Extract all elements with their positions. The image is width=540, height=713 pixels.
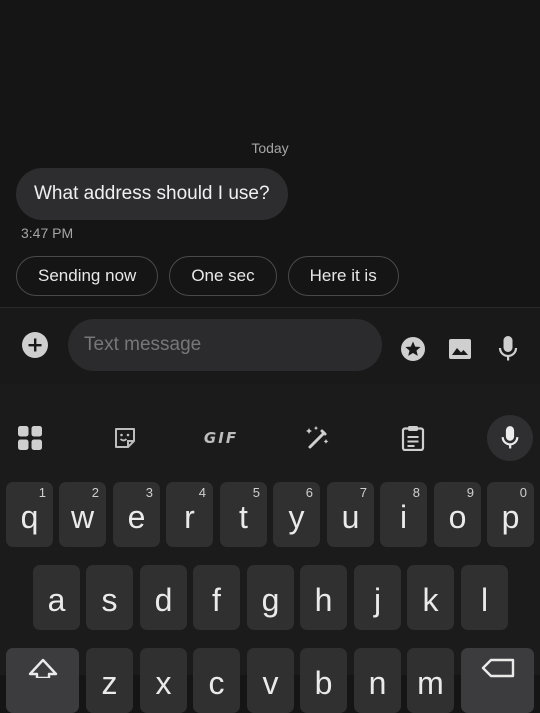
- key-m[interactable]: m: [407, 648, 454, 713]
- voice-input-button[interactable]: [487, 415, 533, 461]
- key-a[interactable]: a: [33, 565, 80, 630]
- smart-reply-chips: Sending now One sec Here it is: [16, 256, 399, 296]
- keyboard-toolbar: GIF: [0, 415, 540, 461]
- apps-grid-icon[interactable]: [7, 415, 53, 461]
- incoming-message-bubble[interactable]: What address should I use?: [16, 168, 288, 220]
- gif-button[interactable]: GIF: [196, 415, 246, 461]
- plus-circle-icon[interactable]: [20, 330, 50, 360]
- key-v[interactable]: v: [247, 648, 294, 713]
- key-q[interactable]: q1: [6, 482, 53, 547]
- smart-reply-chip[interactable]: One sec: [169, 256, 277, 296]
- smart-reply-chip[interactable]: Sending now: [16, 256, 159, 296]
- key-x[interactable]: x: [140, 648, 187, 713]
- key-o[interactable]: o9: [434, 482, 481, 547]
- key-b[interactable]: b: [300, 648, 347, 713]
- key-e[interactable]: e3: [113, 482, 160, 547]
- key-w[interactable]: w2: [59, 482, 106, 547]
- key-i[interactable]: i8: [380, 482, 427, 547]
- mic-icon[interactable]: [493, 333, 523, 365]
- key-d[interactable]: d: [140, 565, 187, 630]
- key-g[interactable]: g: [247, 565, 294, 630]
- key-u[interactable]: u7: [327, 482, 374, 547]
- smart-reply-chip[interactable]: Here it is: [287, 256, 399, 296]
- clipboard-icon[interactable]: [390, 415, 436, 461]
- on-screen-keyboard: GIF q 1 w 2 e 3 r 4 t 5 y 6 u 7 i 8 o 9 …: [0, 384, 540, 713]
- key-f[interactable]: f: [193, 565, 240, 630]
- key-n[interactable]: n: [354, 648, 401, 713]
- backspace-icon: [481, 649, 515, 686]
- key-j[interactable]: j: [354, 565, 401, 630]
- mic-icon: [487, 415, 533, 461]
- backspace-key[interactable]: [461, 648, 534, 713]
- message-timestamp: 3:47 PM: [21, 225, 74, 241]
- date-divider: Today: [251, 140, 289, 156]
- key-s[interactable]: s: [86, 565, 133, 630]
- message-input[interactable]: [68, 319, 382, 371]
- key-t[interactable]: t5: [220, 482, 267, 547]
- star-icon[interactable]: [398, 334, 428, 364]
- key-r[interactable]: r4: [166, 482, 213, 547]
- key-z[interactable]: z: [86, 648, 133, 713]
- conversation-area: Today What address should I use? 3:47 PM…: [0, 0, 540, 308]
- compose-bar: [0, 308, 540, 384]
- key-c[interactable]: c: [193, 648, 240, 713]
- key-p[interactable]: p0: [487, 482, 534, 547]
- shift-key[interactable]: [6, 648, 79, 713]
- shift-icon: [28, 649, 58, 686]
- magic-wand-icon[interactable]: [294, 415, 340, 461]
- sticker-icon[interactable]: [102, 415, 148, 461]
- key-l[interactable]: l: [461, 565, 508, 630]
- key-y[interactable]: y6: [273, 482, 320, 547]
- key-k[interactable]: k: [407, 565, 454, 630]
- key-h[interactable]: h: [300, 565, 347, 630]
- image-icon[interactable]: [445, 334, 475, 364]
